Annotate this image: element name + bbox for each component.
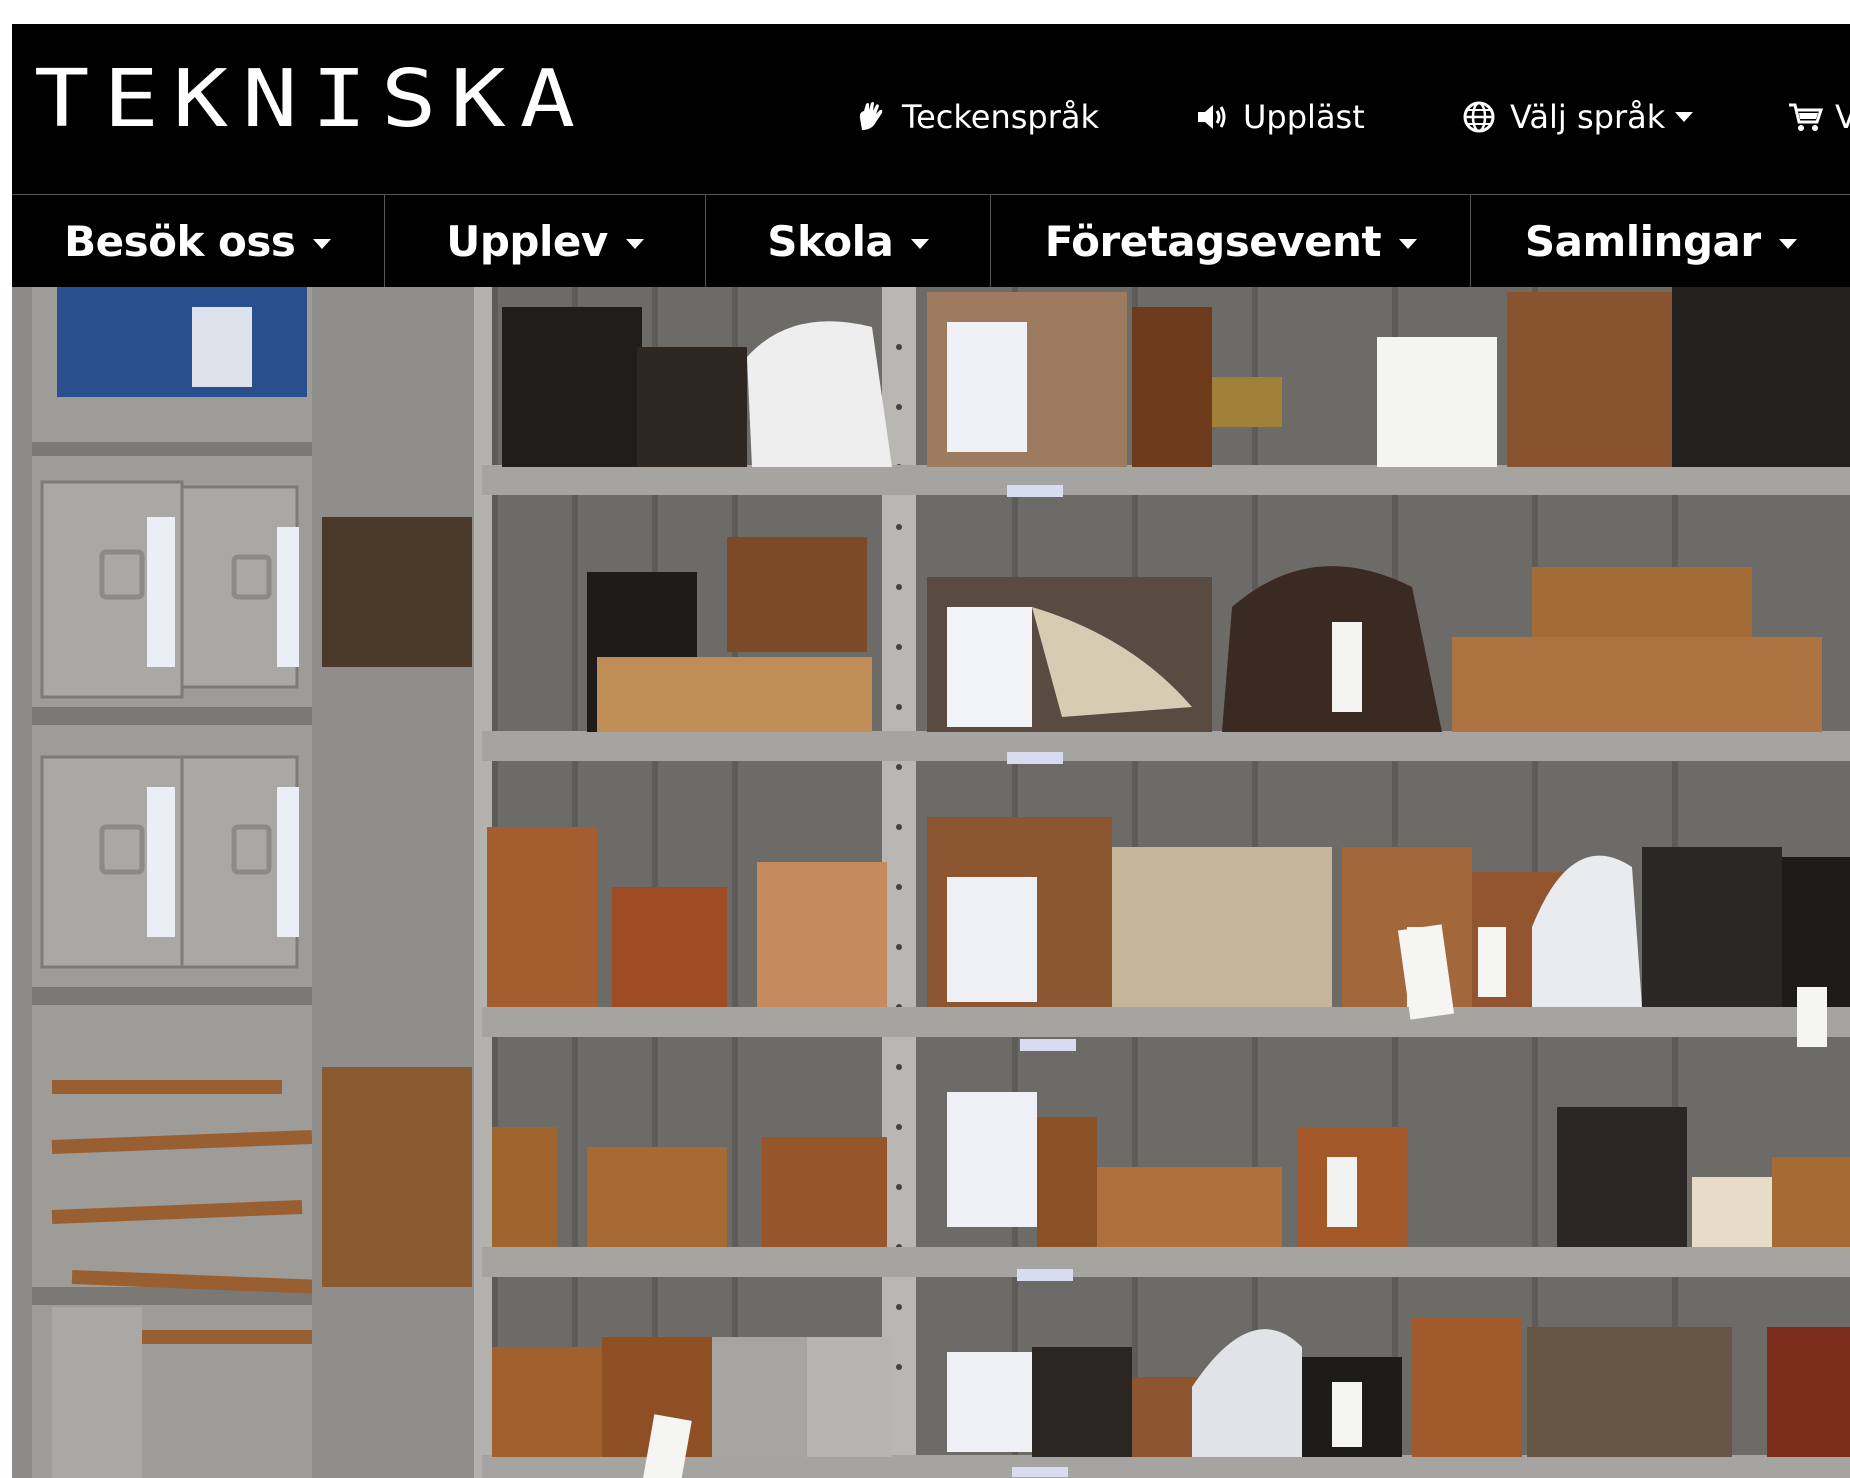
cart-link[interactable]: V [1787, 98, 1850, 136]
top-header: TEKNISKA Teckenspråk Uppläst Välj språk … [12, 24, 1850, 194]
chevron-down-icon [1399, 239, 1418, 249]
chevron-down-icon [313, 239, 332, 249]
nav-item-label: Skola [767, 216, 894, 266]
nav-item-besok-oss[interactable]: Besök oss [12, 195, 385, 287]
chevron-down-icon [911, 239, 930, 249]
chevron-down-icon [1778, 239, 1797, 249]
read-aloud-link[interactable]: Uppläst [1195, 98, 1365, 136]
tekniska-logo[interactable]: TEKNISKA [34, 60, 589, 139]
nav-item-label: Samlingar [1524, 216, 1761, 266]
sign-language-link[interactable]: Teckenspråk [854, 98, 1099, 136]
nav-item-skola[interactable]: Skola [706, 195, 992, 287]
read-aloud-label: Uppläst [1243, 98, 1365, 136]
sign-language-label: Teckenspråk [902, 98, 1100, 136]
sign-language-hand-icon [854, 100, 892, 134]
language-label: Välj språk [1510, 98, 1666, 136]
chevron-down-icon [1675, 112, 1694, 122]
nav-item-samlingar[interactable]: Samlingar [1471, 195, 1850, 287]
nav-item-foretagsevent[interactable]: Företagsevent [991, 195, 1472, 287]
hero-image [12, 287, 1850, 1478]
site-frame: TEKNISKA Teckenspråk Uppläst Välj språk … [12, 24, 1850, 1478]
main-navigation: Besök oss Upplev Skola Företagsevent Sam… [12, 194, 1850, 287]
language-selector[interactable]: Välj språk [1462, 98, 1694, 136]
cart-icon [1787, 100, 1825, 134]
speaker-icon [1195, 100, 1233, 134]
nav-item-label: Besök oss [64, 216, 296, 266]
cart-label: V [1835, 98, 1850, 136]
nav-item-label: Företagsevent [1044, 216, 1382, 266]
hero-photo-illustration [12, 287, 1850, 1478]
chevron-down-icon [625, 239, 644, 249]
globe-icon [1462, 100, 1500, 134]
nav-item-upplev[interactable]: Upplev [385, 195, 707, 287]
nav-item-label: Upplev [446, 216, 608, 266]
